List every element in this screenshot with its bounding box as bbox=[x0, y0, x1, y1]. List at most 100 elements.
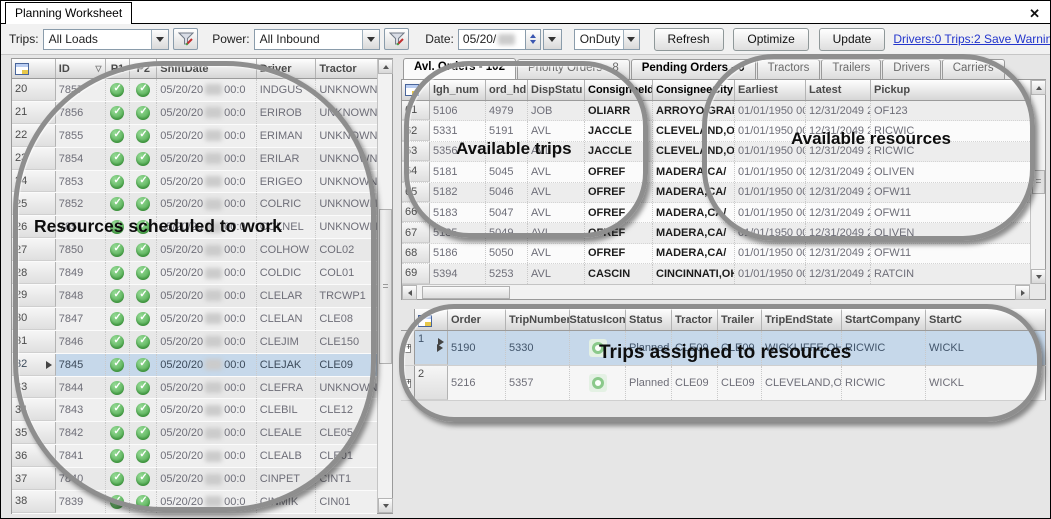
cell-tractor: COL02 bbox=[316, 239, 377, 261]
table-row[interactable]: 27 7850 05/20/2000:0 COLHOW COL02 bbox=[12, 239, 377, 262]
orders-tab[interactable]: Priority Orders - 8 bbox=[517, 59, 630, 79]
table-row[interactable]: 32 7845 05/20/2000:0 CLEJAK CLE09 bbox=[12, 354, 377, 377]
table-row[interactable]: 61 5106 4979 JOB OLIARR ARROYO GRAND... … bbox=[402, 101, 1030, 121]
table-row[interactable]: 30 7847 05/20/2000:0 CLELAN CLE08 bbox=[12, 308, 377, 331]
table-row[interactable]: 37 7840 05/20/2000:0 CINPET CINT1 bbox=[12, 468, 377, 491]
scroll-thumb[interactable] bbox=[379, 209, 392, 364]
table-row[interactable]: 26 7851 05/20/2000:0 COLNEL UNKNOWN bbox=[12, 216, 377, 239]
orders-tab[interactable]: Trailers bbox=[821, 59, 881, 79]
field-chooser-button[interactable] bbox=[402, 80, 430, 100]
column-header-trailer[interactable]: Trailer bbox=[718, 309, 762, 330]
tab-planning-worksheet[interactable]: Planning Worksheet bbox=[5, 2, 132, 24]
column-header-p1[interactable]: P1 bbox=[106, 59, 131, 78]
column-header-id[interactable]: ID▽ bbox=[56, 59, 106, 78]
orders-tab[interactable]: Avl. Orders - 102 bbox=[403, 58, 516, 79]
table-row[interactable]: 23 7854 05/20/2000:0 ERILAR UNKNOWN bbox=[12, 148, 377, 171]
scroll-up-button[interactable] bbox=[378, 59, 393, 74]
cell-tripendstate: CLEVELAND,OH/ bbox=[762, 366, 842, 400]
close-icon[interactable]: ✕ bbox=[1029, 6, 1040, 22]
table-row[interactable]: 29 7848 05/20/2000:0 CLELAR TRCWP1 bbox=[12, 285, 377, 308]
scroll-down-button[interactable] bbox=[1031, 269, 1046, 284]
orders-tab[interactable]: Drivers bbox=[882, 59, 940, 79]
column-header-driver[interactable]: Driver bbox=[257, 59, 317, 78]
table-row[interactable]: 35 7842 05/20/2000:0 CLEALE CLE05 bbox=[12, 422, 377, 445]
table-row[interactable]: 38 7839 05/20/2000:0 CINMIK CIN01 bbox=[12, 491, 377, 514]
column-header-latest[interactable]: Latest bbox=[806, 80, 871, 100]
scroll-thumb[interactable] bbox=[422, 286, 510, 299]
table-row[interactable]: 31 7846 05/20/2000:0 CLEJIM CLE150 bbox=[12, 331, 377, 354]
column-header-statusicon[interactable]: StatusIcon bbox=[570, 309, 626, 330]
table-row[interactable]: 36 7841 05/20/2000:0 CLEALB CLE01 bbox=[12, 445, 377, 468]
column-header-p2[interactable]: P2 bbox=[130, 59, 157, 78]
resources-vertical-scrollbar[interactable] bbox=[377, 59, 392, 513]
column-header-pickup[interactable]: Pickup bbox=[871, 80, 1030, 100]
column-header-tripnumber[interactable]: TripNumber bbox=[506, 309, 570, 330]
column-header-consigneeid[interactable]: ConsigneeId bbox=[585, 80, 653, 100]
table-row[interactable]: 21 7856 05/20/2000:0 ERIROB UNKNOWN bbox=[12, 102, 377, 125]
column-header-startcity[interactable]: StartC bbox=[926, 309, 1046, 330]
cell-tractor: CLE12 bbox=[316, 399, 377, 421]
trips-dropdown-value: All Loads bbox=[44, 32, 103, 46]
orders-horizontal-scrollbar[interactable] bbox=[402, 284, 1030, 299]
trips-dropdown-arrow[interactable] bbox=[151, 30, 168, 49]
orders-tab[interactable]: Pending Orders - 0 bbox=[631, 59, 756, 79]
table-row[interactable]: 63 5356 AVL JACCLE CLEVELAND,OH/ 01/01/1… bbox=[402, 142, 1030, 162]
duty-dropdown-arrow[interactable] bbox=[623, 30, 639, 49]
orders-tab[interactable]: Carriers bbox=[942, 59, 1005, 79]
scroll-down-button[interactable] bbox=[378, 498, 393, 513]
trips-dropdown[interactable]: All Loads bbox=[43, 29, 169, 50]
power-filter-button[interactable] bbox=[384, 28, 410, 50]
field-chooser-button[interactable] bbox=[12, 59, 56, 78]
table-row[interactable]: 33 7844 05/20/2000:0 CLEFRA UNKNOWN bbox=[12, 377, 377, 400]
scroll-left-button[interactable] bbox=[402, 285, 417, 300]
table-row[interactable]: 28 7849 05/20/2000:0 COLDIC COL01 bbox=[12, 262, 377, 285]
table-row[interactable]: 25 7852 05/20/2000:0 COLRIC UNKNOWN bbox=[12, 193, 377, 216]
table-row[interactable]: 67 5185 5049 AVL OFREF MADERA,CA/ 01/01/… bbox=[402, 223, 1030, 243]
column-header-lgh-num[interactable]: lgh_num bbox=[430, 80, 486, 100]
power-dropdown[interactable]: All Inbound bbox=[254, 29, 380, 50]
column-header-status[interactable]: Status bbox=[626, 309, 672, 330]
table-row[interactable]: 2 5216 5357 Planned CLE09 CLE09 CLEVELAN… bbox=[401, 366, 1046, 401]
cell-consigneecity: MADERA,CA/ bbox=[653, 223, 735, 242]
column-header-startcompany[interactable]: StartCompany bbox=[842, 309, 926, 330]
column-header-tractor[interactable]: Tractor bbox=[316, 59, 377, 78]
row-expander[interactable] bbox=[401, 366, 414, 400]
date-dropdown-button[interactable] bbox=[543, 29, 562, 50]
table-row[interactable]: 22 7855 05/20/2000:0 ERIMAN UNKNOWN bbox=[12, 125, 377, 148]
table-row[interactable]: 20 7857 05/20/2000:0 INDGUS UNKNOWN bbox=[12, 79, 377, 102]
trips-filter-button[interactable] bbox=[173, 28, 199, 50]
column-header-ord-hdr[interactable]: ord_hdr bbox=[486, 80, 528, 100]
save-warning-link[interactable]: Drivers:0 Trips:2 Save Warnin bbox=[893, 32, 1050, 46]
update-button[interactable]: Update bbox=[819, 28, 886, 51]
orders-vertical-scrollbar[interactable] bbox=[1030, 80, 1045, 284]
row-expander[interactable] bbox=[401, 331, 414, 365]
scroll-thumb[interactable] bbox=[1032, 170, 1045, 194]
column-header-shiftdate[interactable]: ShiftDate bbox=[157, 59, 256, 78]
refresh-button[interactable]: Refresh bbox=[654, 28, 724, 51]
duty-dropdown[interactable]: OnDuty bbox=[574, 29, 640, 50]
column-header-tripendstate[interactable]: TripEndState bbox=[762, 309, 842, 330]
column-header-consigneecity[interactable]: ConsigneeCity bbox=[653, 80, 735, 100]
table-row[interactable]: 62 5331 5191 AVL JACCLE CLEVELAND,OH/ 01… bbox=[402, 121, 1030, 141]
field-chooser-button[interactable] bbox=[414, 309, 448, 330]
scroll-right-button[interactable] bbox=[1015, 285, 1030, 300]
column-header-earliest[interactable]: Earliest bbox=[735, 80, 806, 100]
table-row[interactable]: 65 5182 5046 AVL OFREF MADERA,CA/ 01/01/… bbox=[402, 183, 1030, 203]
table-row[interactable]: 69 5394 5253 AVL CASCIN CINCINNATI,OH/ 0… bbox=[402, 264, 1030, 284]
column-header-dispstatus[interactable]: DispStatu bbox=[528, 80, 585, 100]
column-header-order[interactable]: Order bbox=[448, 309, 506, 330]
table-row[interactable]: 34 7843 05/20/2000:0 CLEBIL CLE12 bbox=[12, 399, 377, 422]
table-row[interactable]: 66 5183 5047 AVL OFREF MADERA,CA/ 01/01/… bbox=[402, 203, 1030, 223]
optimize-button[interactable]: Optimize bbox=[733, 28, 808, 51]
table-row[interactable]: 24 7853 05/20/2000:0 ERIGEO UNKNOWN bbox=[12, 171, 377, 194]
orders-tab[interactable]: Tractors bbox=[757, 59, 821, 79]
scroll-up-button[interactable] bbox=[1031, 80, 1046, 95]
table-row[interactable]: 1 5190 5330 Planned CLE09 CLE09 WICKLIFF… bbox=[401, 331, 1046, 366]
redacted-year bbox=[205, 313, 222, 324]
power-dropdown-arrow[interactable] bbox=[362, 30, 379, 49]
date-spinner[interactable] bbox=[526, 29, 541, 50]
column-header-tractor[interactable]: Tractor bbox=[672, 309, 718, 330]
date-input[interactable]: 05/20/ bbox=[458, 29, 526, 50]
table-row[interactable]: 68 5186 5050 AVL OFREF MADERA,CA/ 01/01/… bbox=[402, 244, 1030, 264]
table-row[interactable]: 64 5181 5045 AVL OFREF MADERA,CA/ 01/01/… bbox=[402, 162, 1030, 182]
